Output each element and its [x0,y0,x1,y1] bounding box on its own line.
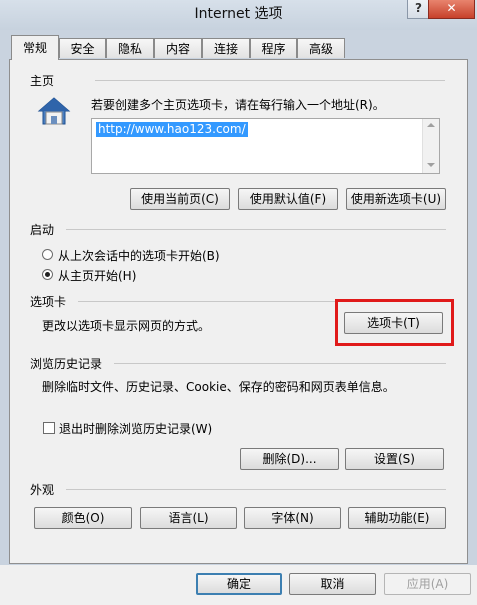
tab-advanced[interactable]: 高级 [297,38,345,58]
tab-general[interactable]: 常规 [11,35,59,60]
history-settings-button[interactable]: 设置(S) [345,448,444,470]
radio-last-session[interactable] [42,249,53,260]
ok-button[interactable]: 确定 [196,573,282,595]
radio-last-session-label: 从上次会话中的选项卡开始(B) [58,249,220,263]
delete-on-exit-checkbox[interactable] [43,422,55,434]
home-house-icon [37,96,71,126]
use-current-button[interactable]: 使用当前页(C) [130,188,230,210]
radio-home-page-label: 从主页开始(H) [58,269,137,283]
tab-connections[interactable]: 连接 [202,38,250,58]
window-title: Internet 选项 [194,6,283,22]
tabs-section-title: 选项卡 [30,295,67,309]
colors-button[interactable]: 颜色(O) [34,507,132,529]
appearance-section-title: 外观 [30,483,55,497]
homepage-section-title: 主页 [30,74,55,88]
apply-button[interactable]: 应用(A) [384,573,471,595]
delete-history-button[interactable]: 删除(D)... [240,448,339,470]
accessibility-button[interactable]: 辅助功能(E) [348,507,446,529]
scroll-up-arrow-icon[interactable] [427,123,435,127]
cancel-button[interactable]: 取消 [289,573,376,595]
tab-content[interactable]: 内容 [154,38,202,58]
use-default-button[interactable]: 使用默认值(F) [238,188,338,210]
startup-section-title: 启动 [30,223,55,237]
tabs-section-description: 更改以选项卡显示网页的方式。 [42,319,211,333]
history-section-title: 浏览历史记录 [30,357,103,371]
tab-programs[interactable]: 程序 [250,38,297,58]
fonts-button[interactable]: 字体(N) [244,507,341,529]
appearance-separator [66,489,446,490]
history-description: 删除临时文件、历史记录、Cookie、保存的密码和网页表单信息。 [42,380,395,394]
tab-privacy[interactable]: 隐私 [106,38,154,58]
tabs-settings-button[interactable]: 选项卡(T) [344,312,443,334]
tab-security[interactable]: 安全 [59,38,106,58]
use-new-tab-button[interactable]: 使用新选项卡(U) [346,188,446,210]
help-button[interactable]: ? [407,0,430,19]
delete-on-exit-label: 退出时删除浏览历史记录(W) [59,422,213,436]
homepage-instruction: 若要创建多个主页选项卡，请在每行输入一个地址(R)。 [91,98,385,112]
history-separator [114,363,446,364]
homepage-separator [95,80,445,81]
startup-separator [66,229,446,230]
homepage-url-value: http://www.hao123.com/ [96,122,248,137]
scroll-down-arrow-icon[interactable] [427,163,435,167]
homepage-url-textarea[interactable]: http://www.hao123.com/ [91,118,440,174]
languages-button[interactable]: 语言(L) [140,507,237,529]
homepage-url-scrollbar[interactable] [422,119,439,173]
close-button[interactable]: ✕ [428,0,475,19]
radio-home-page[interactable] [42,269,53,280]
